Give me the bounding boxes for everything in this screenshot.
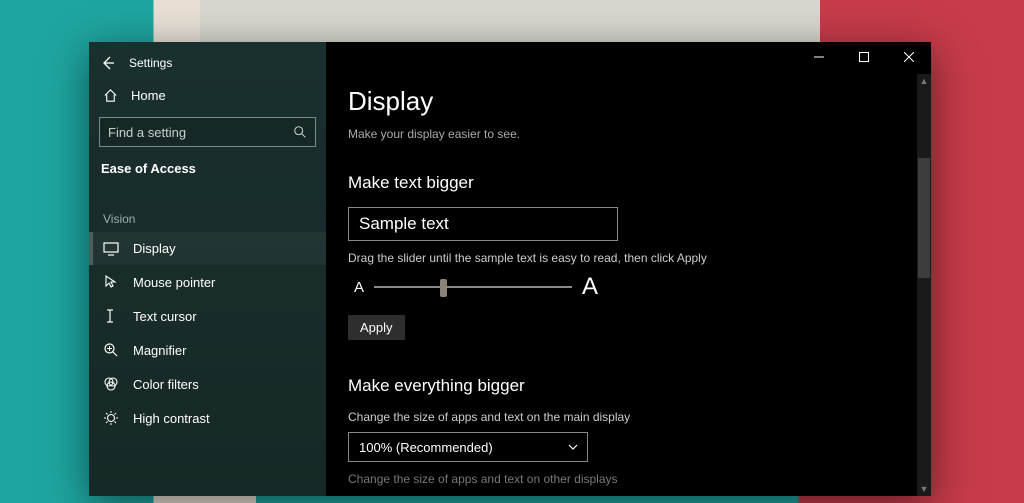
- back-arrow-icon[interactable]: [101, 56, 115, 70]
- display-icon: [103, 242, 119, 256]
- text-size-slider-row: A A: [348, 273, 891, 301]
- nav-item-display[interactable]: Display: [89, 232, 326, 265]
- close-button[interactable]: [886, 42, 931, 72]
- main-display-scale-label: Change the size of apps and text on the …: [348, 410, 891, 424]
- nav-item-label: Magnifier: [133, 343, 186, 358]
- slider-min-label: A: [354, 279, 364, 296]
- window-titlebar-buttons: [796, 42, 931, 72]
- scrollbar-thumb[interactable]: [918, 158, 930, 278]
- slider-max-label: A: [582, 273, 598, 301]
- nav-item-label: Display: [133, 241, 176, 256]
- home-icon: [103, 88, 119, 103]
- sidebar: Settings Home Find a setting Ease of Acc…: [89, 42, 326, 496]
- main-scrollbar[interactable]: ▲ ▼: [917, 74, 931, 496]
- high-contrast-icon: [103, 410, 119, 426]
- nav-item-label: High contrast: [133, 411, 210, 426]
- section-make-text-bigger-heading: Make text bigger: [348, 173, 891, 193]
- search-input[interactable]: Find a setting: [99, 117, 316, 147]
- other-displays-link[interactable]: Change the size of apps and text on othe…: [348, 472, 891, 486]
- app-name: Settings: [129, 56, 172, 70]
- text-size-slider[interactable]: [374, 286, 572, 288]
- section-make-everything-bigger-heading: Make everything bigger: [348, 376, 891, 396]
- nav-item-color-filters[interactable]: Color filters: [89, 367, 326, 401]
- slider-thumb[interactable]: [440, 279, 447, 297]
- home-nav[interactable]: Home: [89, 80, 326, 113]
- nav-group-label: Vision: [89, 186, 326, 232]
- category-label: Ease of Access: [89, 161, 326, 186]
- magnifier-icon: [103, 342, 119, 358]
- dropdown-value: 100% (Recommended): [359, 440, 493, 455]
- scroll-up-arrow-icon[interactable]: ▲: [917, 74, 931, 88]
- settings-window: Settings Home Find a setting Ease of Acc…: [89, 42, 931, 496]
- nav-item-mouse-pointer[interactable]: Mouse pointer: [89, 265, 326, 299]
- nav-item-magnifier[interactable]: Magnifier: [89, 333, 326, 367]
- minimize-button[interactable]: [796, 42, 841, 72]
- nav-item-label: Color filters: [133, 377, 199, 392]
- home-label: Home: [131, 88, 166, 103]
- display-scale-dropdown[interactable]: 100% (Recommended): [348, 432, 588, 462]
- main-content: ▲ ▼ Display Make your display easier to …: [326, 42, 931, 496]
- search-icon: [293, 125, 307, 139]
- page-title: Display: [348, 86, 891, 117]
- sample-text-preview: Sample text: [348, 207, 618, 241]
- apply-button[interactable]: Apply: [348, 315, 405, 340]
- color-filters-icon: [103, 376, 119, 392]
- text-cursor-icon: [103, 308, 119, 324]
- nav-item-label: Mouse pointer: [133, 275, 215, 290]
- page-subtitle: Make your display easier to see.: [348, 127, 891, 141]
- chevron-down-icon: [567, 441, 579, 453]
- nav-item-label: Text cursor: [133, 309, 197, 324]
- nav-item-high-contrast[interactable]: High contrast: [89, 401, 326, 435]
- search-placeholder: Find a setting: [108, 125, 186, 140]
- mouse-pointer-icon: [103, 274, 119, 290]
- maximize-button[interactable]: [841, 42, 886, 72]
- desktop-background-strip: [200, 0, 820, 42]
- slider-instruction: Drag the slider until the sample text is…: [348, 251, 891, 265]
- scroll-down-arrow-icon[interactable]: ▼: [917, 482, 931, 496]
- nav-item-text-cursor[interactable]: Text cursor: [89, 299, 326, 333]
